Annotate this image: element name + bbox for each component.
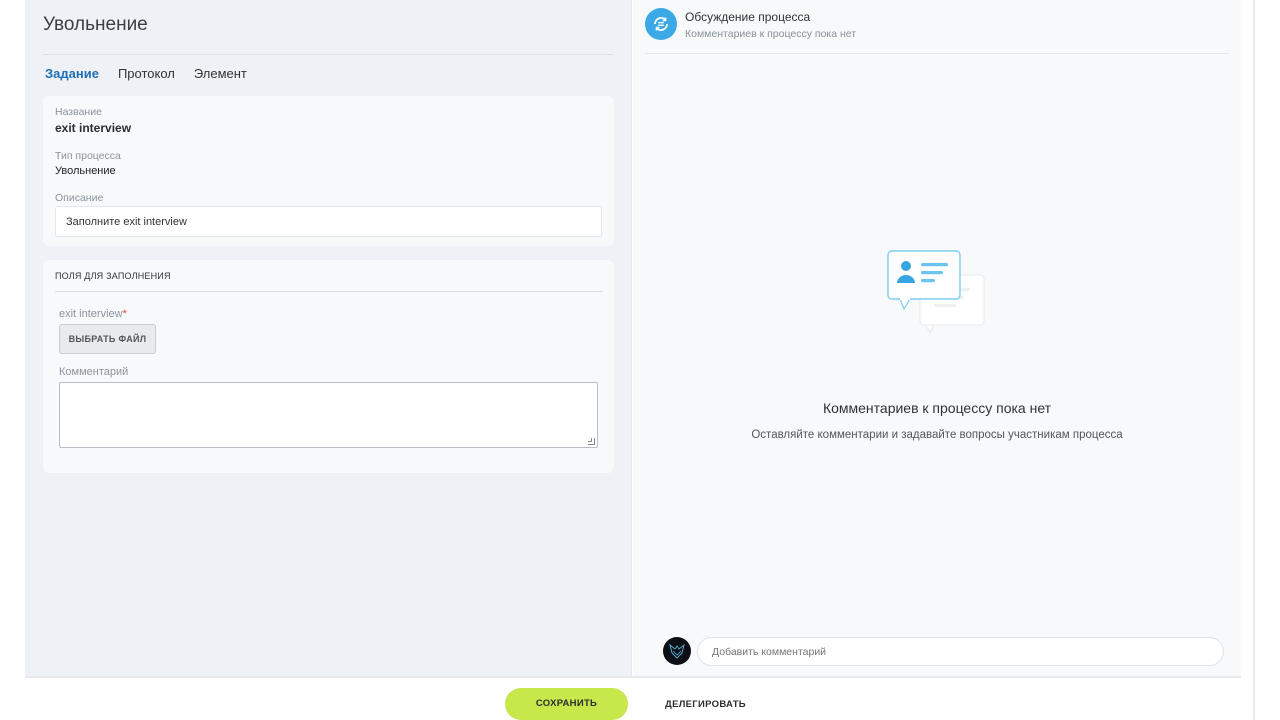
discussion-divider: [645, 53, 1229, 54]
name-label: Название: [55, 106, 102, 118]
tab-task[interactable]: Задание: [45, 66, 99, 85]
tab-protocol[interactable]: Протокол: [118, 66, 175, 85]
window-edge: [1253, 0, 1255, 720]
file-field-label-text: exit interview: [59, 308, 123, 320]
resize-handle-icon[interactable]: [588, 438, 595, 445]
comment-label: Комментарий: [59, 366, 129, 378]
delegate-button[interactable]: ДЕЛЕГИРОВАТЬ: [665, 699, 746, 710]
file-field-label: exit interview*: [59, 308, 127, 320]
fields-section-title: ПОЛЯ ДЛЯ ЗАПОЛНЕНИЯ: [55, 271, 171, 281]
tab-element[interactable]: Элемент: [194, 66, 247, 85]
task-panel: Увольнение Задание Протокол Элемент Назв…: [25, 0, 632, 676]
tabs-bar: Задание Протокол Элемент: [45, 66, 266, 85]
save-button[interactable]: СОХРАНИТЬ: [505, 688, 628, 720]
chat-cards-icon: [887, 250, 985, 335]
user-avatar[interactable]: [663, 637, 691, 665]
fields-divider: [55, 291, 602, 292]
task-info-card: Название exit interview Тип процесса Уво…: [43, 96, 614, 246]
discussion-panel: Обсуждение процесса Комментариев к проце…: [633, 0, 1241, 676]
discussion-title: Обсуждение процесса: [685, 10, 811, 24]
title-divider: [43, 54, 613, 55]
name-value: exit interview: [55, 121, 132, 135]
refresh-chat-icon: [645, 8, 677, 40]
process-type-value: Увольнение: [55, 165, 116, 177]
process-type-label: Тип процесса: [55, 150, 121, 162]
description-field: Заполните exit interview: [55, 206, 602, 237]
action-footer: СОХРАНИТЬ ДЕЛЕГИРОВАТЬ: [25, 676, 1241, 720]
empty-state-title: Комментариев к процессу пока нет: [822, 400, 1052, 416]
fields-card: ПОЛЯ ДЛЯ ЗАПОЛНЕНИЯ exit interview* ВЫБР…: [43, 260, 614, 473]
discussion-subtitle: Комментариев к процессу пока нет: [685, 28, 857, 40]
add-comment-input[interactable]: [697, 637, 1224, 666]
page-title: Увольнение: [43, 14, 148, 35]
comment-textarea[interactable]: [59, 382, 598, 448]
empty-state-text: Оставляйте комментарии и задавайте вопро…: [751, 429, 1123, 441]
required-mark: *: [122, 308, 127, 320]
description-value: Заполните exit interview: [66, 216, 187, 228]
choose-file-button[interactable]: ВЫБРАТЬ ФАЙЛ: [59, 324, 156, 354]
description-label: Описание: [55, 192, 104, 204]
